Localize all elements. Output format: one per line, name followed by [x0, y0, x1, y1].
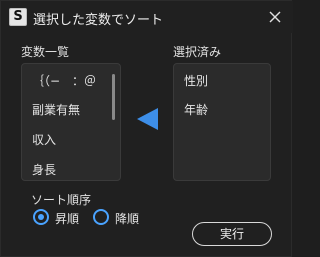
variable-list-label: 変数一覧	[21, 45, 70, 59]
sort-order-label: ソート順序	[31, 193, 92, 207]
ascending-label: 昇順	[55, 212, 80, 226]
variable-list-item[interactable]: 副業有無	[32, 101, 80, 118]
selected-listbox[interactable]: 性別 年齢	[173, 63, 271, 181]
scrollbar-thumb[interactable]	[112, 74, 115, 120]
close-icon	[269, 11, 281, 23]
app-logo-icon: S	[9, 8, 27, 26]
variable-list-item[interactable]: 収入	[32, 131, 56, 148]
selected-list-item[interactable]: 性別	[184, 72, 208, 89]
left-arrow-icon	[137, 108, 158, 130]
radio-checked-icon	[33, 209, 49, 225]
variable-listbox[interactable]: ｛（− ：＠ 副業有無 収入 身長	[21, 63, 121, 181]
sort-dialog: S 選択した変数でソート 変数一覧 ｛（− ：＠ 副業有無 収入 身長 選択済み…	[0, 0, 293, 257]
window-title: 選択した変数でソート	[33, 13, 164, 28]
selected-list-item[interactable]: 年齢	[184, 101, 208, 118]
variable-list-item[interactable]: ｛（− ：＠	[32, 72, 96, 89]
descending-label: 降順	[115, 212, 140, 226]
ascending-radio[interactable]: 昇順	[33, 209, 83, 227]
move-to-left-button[interactable]	[133, 105, 161, 133]
run-button[interactable]: 実行	[192, 222, 272, 246]
descending-radio[interactable]: 降順	[93, 209, 143, 227]
radio-unchecked-icon	[93, 209, 109, 225]
close-button[interactable]	[263, 5, 287, 29]
variable-list-item[interactable]: 身長	[32, 161, 56, 178]
title-bar: S 選択した変数でソート	[1, 1, 293, 33]
selected-list-label: 選択済み	[173, 45, 222, 59]
